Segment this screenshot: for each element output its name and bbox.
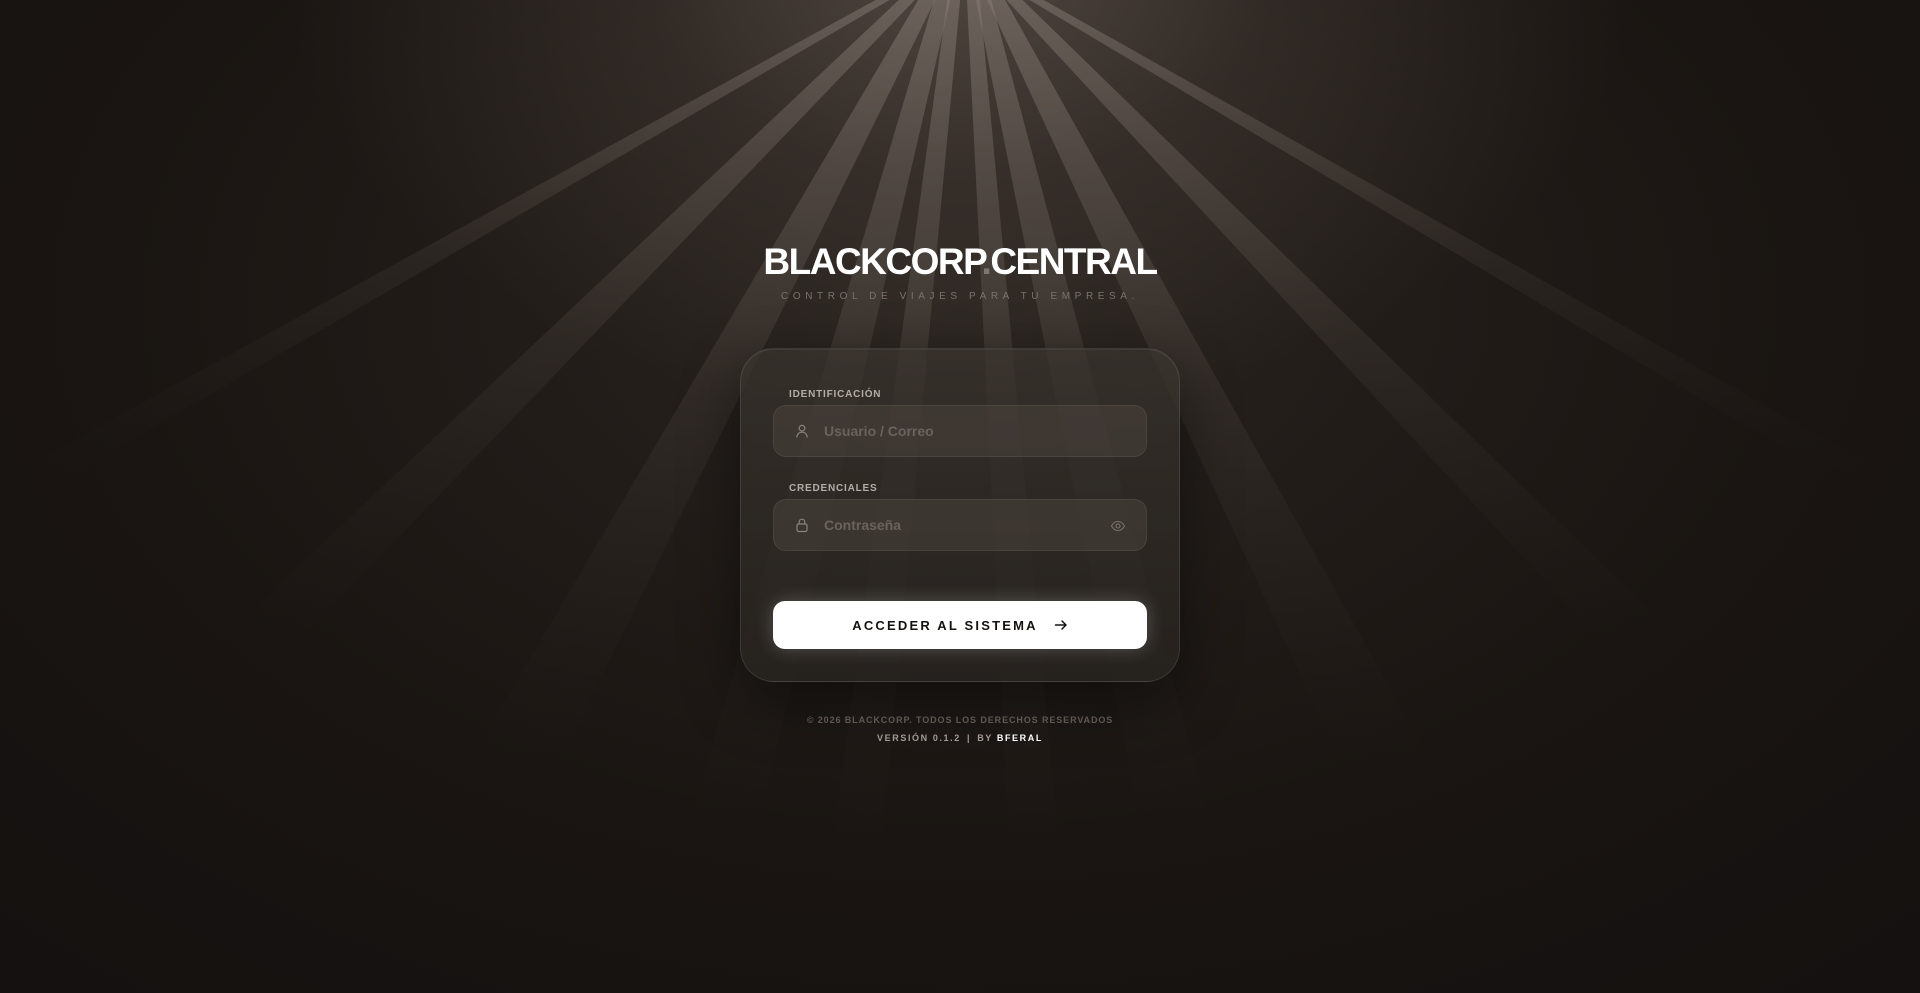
eye-icon[interactable] [1110,518,1126,534]
version-separator: | [966,733,972,743]
brand-header: BLACKCORP.CENTRAL CONTROL DE VIAJES PARA… [0,240,1920,302]
brand-name-right: CENTRAL [990,241,1158,282]
arrow-right-icon [1054,620,1067,630]
password-input[interactable] [824,500,1114,550]
credentials-label: CREDENCIALES [789,483,878,494]
version-line: VERSIÓN 0.1.2 | BY BFERAL [0,733,1920,743]
credentials-field[interactable] [773,499,1147,551]
by-label: BY [977,733,993,743]
brand-name-left: BLACKCORP [763,241,983,282]
brand-logo: BLACKCORP.CENTRAL [0,240,1920,284]
login-submit-label: ACCEDER AL SISTEMA [852,617,1038,633]
brand-tagline: CONTROL DE VIAJES PARA TU EMPRESA. [781,291,1139,302]
username-input[interactable] [824,406,1114,456]
page-footer: © 2026 BLACKCORP. TODOS LOS DERECHOS RES… [0,715,1920,743]
copyright-text: © 2026 BLACKCORP. TODOS LOS DERECHOS RES… [806,715,1114,725]
lock-icon [796,518,808,533]
login-submit-button[interactable]: ACCEDER AL SISTEMA [773,601,1147,649]
user-icon [796,424,808,438]
identification-field[interactable] [773,405,1147,457]
author-link[interactable]: BFERAL [997,733,1043,743]
version-text: VERSIÓN 0.1.2 [877,733,961,743]
login-card: IDENTIFICACIÓN CREDENCIALES ACCEDER AL S… [740,348,1180,682]
identification-label: IDENTIFICACIÓN [789,389,882,400]
brand-dot: . [981,241,992,282]
